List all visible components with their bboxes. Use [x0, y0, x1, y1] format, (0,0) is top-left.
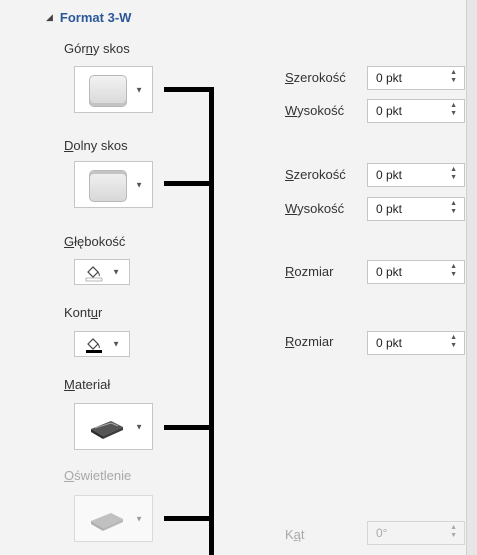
material-dropdown[interactable]: ▼: [74, 403, 153, 450]
top-bevel-height-input[interactable]: 0 pkt ▲ ▼: [367, 99, 465, 123]
spinner-arrows-icon[interactable]: ▲ ▼: [450, 166, 457, 182]
bracket-arm-top-bevel: [164, 87, 214, 92]
bottom-bevel-height-label: Wysokość: [285, 201, 345, 216]
material-label: Materiał: [64, 377, 111, 392]
top-bevel-width-label: Szerokość: [285, 70, 346, 85]
chevron-down-icon: ▼: [135, 85, 143, 94]
spinner-arrows-icon[interactable]: ▲ ▼: [450, 69, 457, 85]
spinner-arrows-icon[interactable]: ▲ ▼: [450, 200, 457, 216]
bottom-bevel-width-input[interactable]: 0 pkt ▲ ▼: [367, 163, 465, 187]
spinner-arrows-icon[interactable]: ▲ ▼: [450, 263, 457, 279]
chevron-down-icon: ▼: [135, 422, 143, 431]
bevel-preview-icon: [89, 75, 127, 107]
bracket-arm-lighting: [164, 516, 214, 521]
bottom-bevel-dropdown[interactable]: ▼: [74, 161, 153, 208]
bracket-vertical-line: [209, 87, 214, 555]
lighting-preview-icon: [91, 513, 123, 531]
depth-color-dropdown[interactable]: ▼: [74, 259, 130, 285]
depth-size-input[interactable]: 0 pkt ▲ ▼: [367, 260, 465, 284]
lighting-label: Oświetlenie: [64, 468, 132, 483]
angle-label: Kąt: [285, 527, 305, 542]
collapse-triangle-icon: ◢: [46, 12, 53, 22]
angle-input[interactable]: 0° ▲ ▼: [367, 521, 465, 545]
section-title: Format 3-W: [59, 10, 132, 25]
bracket-arm-material: [164, 425, 214, 430]
depth-label: Głębokość: [64, 234, 126, 249]
spinner-arrows-icon[interactable]: ▲ ▼: [450, 524, 457, 540]
contour-size-input[interactable]: 0 pkt ▲ ▼: [367, 331, 465, 355]
chevron-down-icon: ▼: [135, 514, 143, 523]
paint-bucket-icon: [85, 266, 103, 282]
chevron-down-icon: ▼: [112, 339, 120, 349]
depth-size-label: Rozmiar: [285, 264, 334, 279]
format-3d-section-header[interactable]: ◢ Format 3-W: [46, 10, 131, 25]
contour-label: Kontur: [64, 305, 103, 320]
top-bevel-label: Górny skos: [64, 41, 130, 56]
lighting-dropdown[interactable]: ▼: [74, 495, 153, 542]
material-preview-icon: [91, 421, 123, 439]
spinner-arrows-icon[interactable]: ▲ ▼: [450, 102, 457, 118]
scrollbar[interactable]: [466, 0, 477, 555]
bevel-preview-icon: [89, 170, 127, 202]
chevron-down-icon: ▼: [112, 267, 120, 277]
contour-size-label: Rozmiar: [285, 334, 334, 349]
top-bevel-width-input[interactable]: 0 pkt ▲ ▼: [367, 66, 465, 90]
chevron-down-icon: ▼: [135, 180, 143, 189]
spinner-arrows-icon[interactable]: ▲ ▼: [450, 334, 457, 350]
top-bevel-dropdown[interactable]: ▼: [74, 66, 153, 113]
contour-color-dropdown[interactable]: ▼: [74, 331, 130, 357]
bottom-bevel-height-input[interactable]: 0 pkt ▲ ▼: [367, 197, 465, 221]
bracket-arm-bottom-bevel: [164, 181, 214, 186]
top-bevel-height-label: Wysokość: [285, 103, 345, 118]
bottom-bevel-label: Dolny skos: [64, 138, 128, 153]
paint-bucket-icon: [86, 338, 102, 353]
bottom-bevel-width-label: Szerokość: [285, 167, 346, 182]
